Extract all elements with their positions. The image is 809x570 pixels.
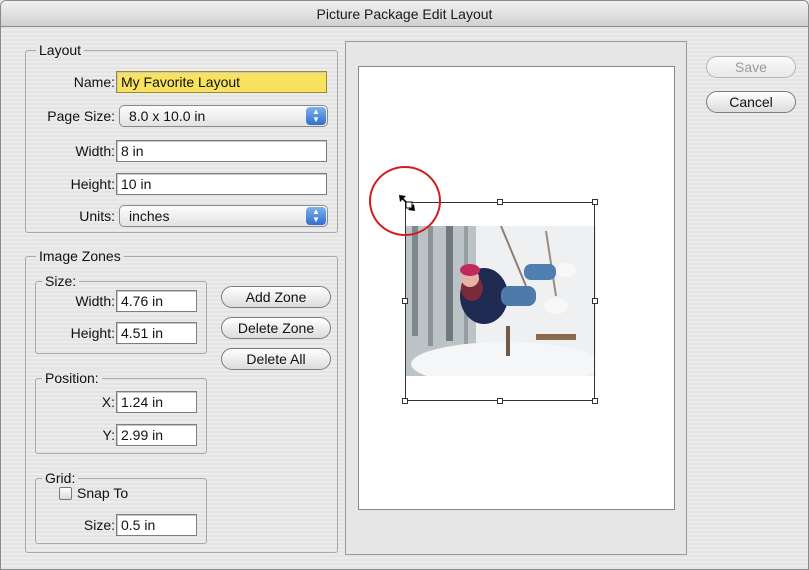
name-field[interactable] bbox=[116, 71, 327, 93]
snap-to-checkbox[interactable] bbox=[59, 487, 72, 500]
zone-width-field[interactable] bbox=[116, 290, 197, 312]
x-label: X: bbox=[101, 394, 115, 410]
zone-handle-bottom-left[interactable] bbox=[402, 398, 408, 404]
page-size-value: 8.0 x 10.0 in bbox=[129, 108, 206, 124]
units-label: Units: bbox=[79, 208, 115, 224]
up-down-arrows-icon: ▲ ▼ bbox=[306, 107, 326, 125]
zone-handle-top-middle[interactable] bbox=[497, 199, 503, 205]
zone-handle-bottom-right[interactable] bbox=[592, 398, 598, 404]
y-label: Y: bbox=[102, 427, 115, 443]
layout-legend: Layout bbox=[36, 41, 85, 59]
grid-legend: Grid: bbox=[42, 469, 79, 487]
zone-handle-top-right[interactable] bbox=[592, 199, 598, 205]
add-zone-button[interactable]: Add Zone bbox=[221, 286, 331, 308]
position-legend: Position: bbox=[42, 369, 102, 387]
zone-handle-middle-left[interactable] bbox=[402, 298, 408, 304]
name-label: Name: bbox=[73, 74, 115, 90]
width-label: Width: bbox=[75, 143, 115, 159]
zone-handle-bottom-middle[interactable] bbox=[497, 398, 503, 404]
page-size-label: Page Size: bbox=[47, 108, 115, 124]
zone-height-field[interactable] bbox=[116, 322, 197, 344]
zone-height-label: Height: bbox=[70, 325, 115, 341]
x-field[interactable] bbox=[116, 391, 197, 413]
units-select[interactable]: inches ▲ ▼ bbox=[119, 205, 328, 227]
window-title: Picture Package Edit Layout bbox=[1, 1, 808, 27]
zone-handle-middle-right[interactable] bbox=[592, 298, 598, 304]
cancel-button[interactable]: Cancel bbox=[706, 91, 796, 113]
delete-all-button[interactable]: Delete All bbox=[221, 348, 331, 370]
delete-zone-button[interactable]: Delete Zone bbox=[221, 317, 331, 339]
image-zones-legend: Image Zones bbox=[36, 247, 124, 265]
grid-size-label: Size: bbox=[83, 517, 115, 533]
zone-size-legend: Size: bbox=[42, 272, 80, 290]
grid-size-field[interactable] bbox=[116, 514, 197, 536]
height-field[interactable] bbox=[116, 173, 327, 195]
y-field[interactable] bbox=[116, 424, 197, 446]
zone-width-label: Width: bbox=[75, 293, 115, 309]
height-label: Height: bbox=[70, 176, 115, 192]
page-size-select[interactable]: 8.0 x 10.0 in ▲ ▼ bbox=[119, 105, 328, 127]
image-zone-frame[interactable] bbox=[405, 202, 595, 401]
annotation-circle bbox=[369, 166, 441, 236]
up-down-arrows-icon: ▲ ▼ bbox=[306, 207, 326, 225]
width-field[interactable] bbox=[116, 140, 327, 162]
units-value: inches bbox=[129, 208, 170, 224]
save-button[interactable]: Save bbox=[706, 56, 796, 78]
snap-to-label[interactable]: Snap To bbox=[77, 482, 128, 504]
dialog-window: Picture Package Edit Layout Layout Name:… bbox=[0, 0, 809, 570]
